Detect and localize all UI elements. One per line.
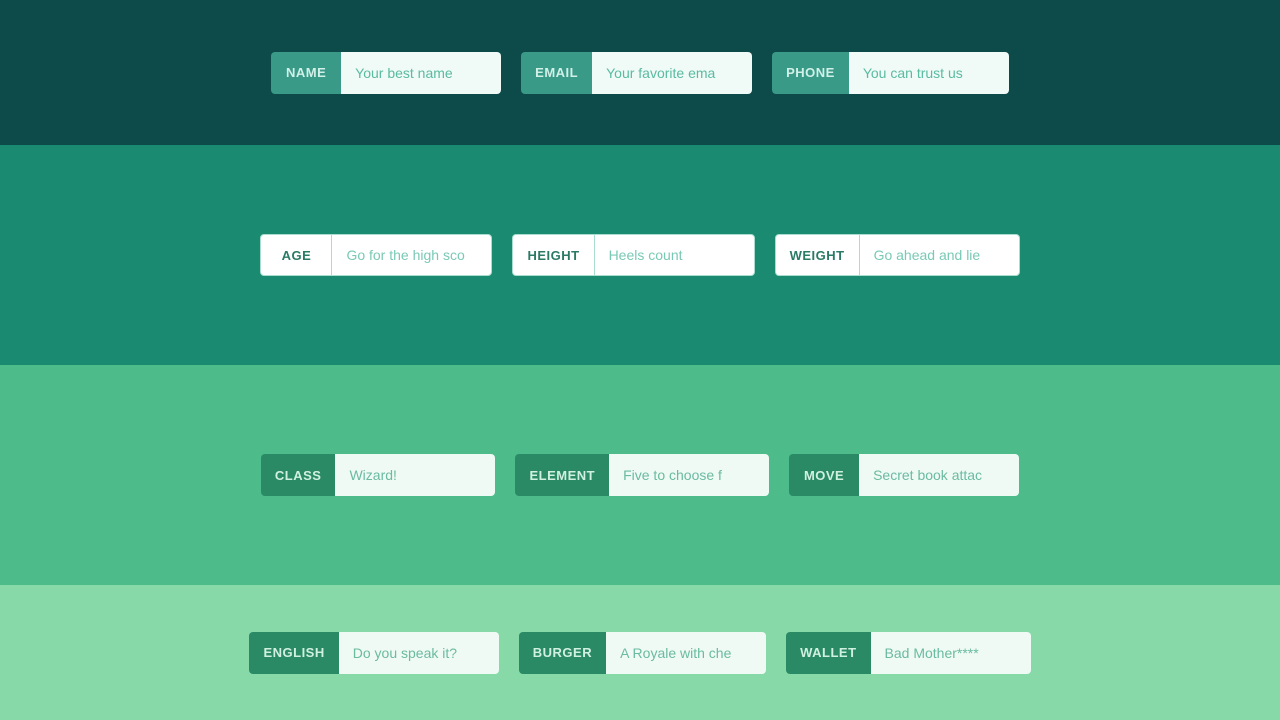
height-input[interactable]: Heels count [594, 235, 754, 275]
phone-label: Phone [772, 52, 849, 94]
english-input[interactable]: Do you speak it? [339, 632, 499, 674]
email-label: Email [521, 52, 592, 94]
body-fields-row: AGE Go for the high sco HEIGHT Heels cou… [260, 234, 1019, 276]
english-group: English Do you speak it? [249, 632, 498, 674]
wallet-input[interactable]: Bad Mother**** [871, 632, 1031, 674]
element-group: Element Five to choose f [515, 454, 769, 496]
age-label: AGE [261, 235, 331, 275]
wallet-group: Wallet Bad Mother**** [786, 632, 1030, 674]
email-group: Email Your favorite ema [521, 52, 752, 94]
phone-group: Phone You can trust us [772, 52, 1009, 94]
burger-label: Burger [519, 632, 606, 674]
move-group: Move Secret book attac [789, 454, 1019, 496]
weight-label: WEIGHT [776, 235, 859, 275]
section-character: Class Wizard! Element Five to choose f M… [0, 365, 1280, 585]
name-input[interactable]: Your best name [341, 52, 501, 94]
burger-group: Burger A Royale with che [519, 632, 766, 674]
character-fields-row: Class Wizard! Element Five to choose f M… [261, 454, 1019, 496]
class-group: Class Wizard! [261, 454, 496, 496]
class-input[interactable]: Wizard! [335, 454, 495, 496]
move-label: Move [789, 454, 859, 496]
burger-input[interactable]: A Royale with che [606, 632, 766, 674]
extras-fields-row: English Do you speak it? Burger A Royale… [249, 632, 1030, 674]
name-label: Name [271, 52, 341, 94]
section-personal: Name Your best name Email Your favorite … [0, 0, 1280, 145]
age-group: AGE Go for the high sco [260, 234, 492, 276]
phone-input[interactable]: You can trust us [849, 52, 1009, 94]
weight-group: WEIGHT Go ahead and lie [775, 234, 1020, 276]
height-label: HEIGHT [513, 235, 593, 275]
element-label: Element [515, 454, 609, 496]
email-input[interactable]: Your favorite ema [592, 52, 752, 94]
section-body: AGE Go for the high sco HEIGHT Heels cou… [0, 145, 1280, 365]
element-input[interactable]: Five to choose f [609, 454, 769, 496]
age-input[interactable]: Go for the high sco [331, 235, 491, 275]
weight-input[interactable]: Go ahead and lie [859, 235, 1019, 275]
height-group: HEIGHT Heels count [512, 234, 754, 276]
wallet-label: Wallet [786, 632, 870, 674]
name-group: Name Your best name [271, 52, 501, 94]
class-label: Class [261, 454, 336, 496]
section-extras: English Do you speak it? Burger A Royale… [0, 585, 1280, 720]
english-label: English [249, 632, 338, 674]
personal-fields-row: Name Your best name Email Your favorite … [271, 52, 1009, 94]
move-input[interactable]: Secret book attac [859, 454, 1019, 496]
